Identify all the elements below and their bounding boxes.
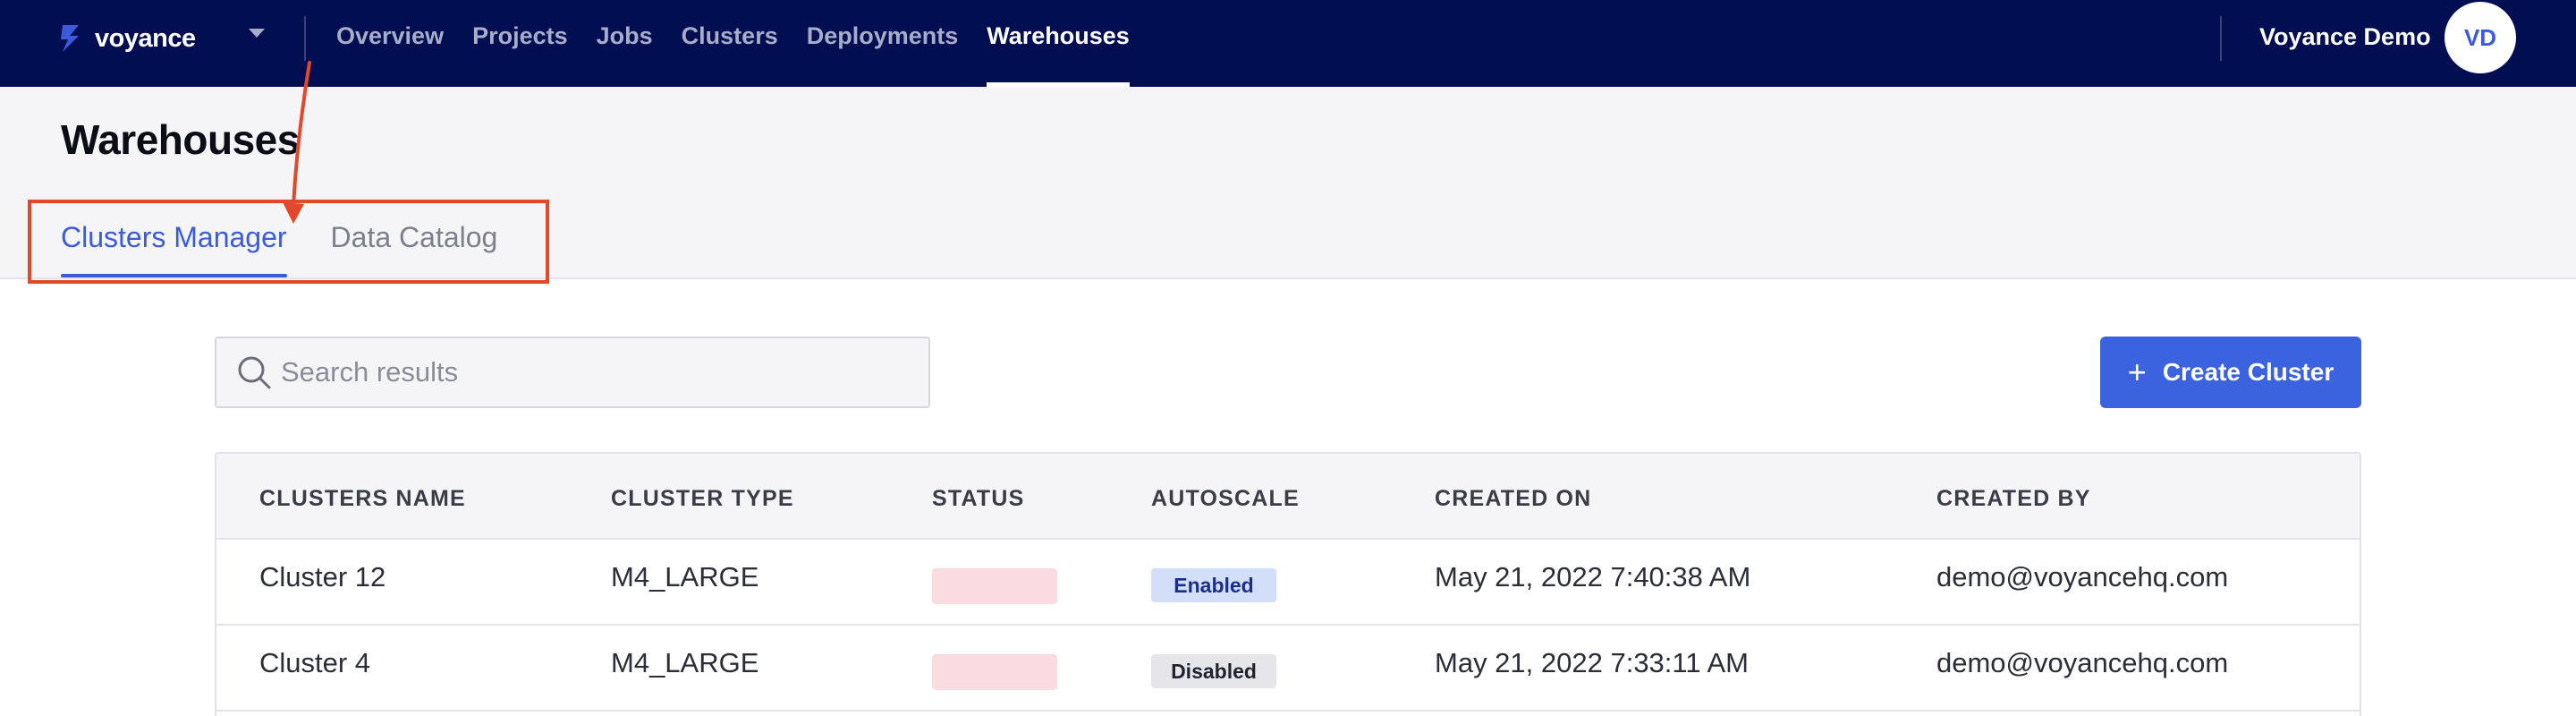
page-title: Warehouses [61,116,300,163]
nav-link-overview[interactable]: Overview [336,0,444,87]
create-cluster-button[interactable]: + Create Cluster [2100,337,2361,408]
top-nav: voyance Overview Projects Jobs Clusters … [0,0,2576,87]
nav-link-warehouses[interactable]: Warehouses [987,0,1130,87]
column-header-created-on[interactable]: CREATED ON [1435,486,1591,512]
search-box[interactable] [215,337,930,408]
created-on: May 21, 2022 7:40:38 AM [1435,561,1751,592]
nav-link-jobs[interactable]: Jobs [597,0,653,87]
table-row[interactable]: Cluster 4 M4_LARGE Disabled May 21, 2022… [216,626,2360,712]
avatar[interactable]: VD [2445,2,2516,73]
status-badge [932,654,1057,690]
column-header-status[interactable]: STATUS [932,486,1025,512]
created-by: demo@voyancehq.com [1936,647,2229,678]
voyance-logo-icon [61,25,79,52]
column-header-name[interactable]: CLUSTERS NAME [259,486,466,512]
chevron-down-icon[interactable] [247,27,267,39]
cluster-type: M4_LARGE [611,561,759,592]
column-header-type[interactable]: CLUSTER TYPE [611,486,794,512]
created-by: demo@voyancehq.com [1936,561,2229,592]
cluster-type: M4_LARGE [611,647,759,678]
plus-icon: + [2127,354,2147,390]
cluster-name[interactable]: Cluster 4 [259,647,370,679]
nav-link-clusters[interactable]: Clusters [682,0,778,87]
autoscale-badge: Enabled [1151,568,1276,602]
column-header-created-by[interactable]: CREATED BY [1936,486,2091,512]
cluster-name[interactable]: Cluster 12 [259,561,386,593]
user-divider [2220,16,2222,61]
nav-link-deployments[interactable]: Deployments [807,0,959,87]
created-on: May 21, 2022 7:33:11 AM [1435,647,1749,678]
search-icon [238,356,271,389]
column-header-autoscale[interactable]: AUTOSCALE [1151,486,1300,512]
search-input[interactable] [281,356,907,388]
annotation-arrow-icon [283,61,311,224]
table-row[interactable]: Cluster 12 M4_LARGE Enabled May 21, 2022… [216,540,2360,626]
brand-logo[interactable]: voyance [59,20,196,57]
create-cluster-label: Create Cluster [2162,358,2334,386]
user-name[interactable]: Voyance Demo [2259,23,2431,51]
table-header: CLUSTERS NAME CLUSTER TYPE STATUS AUTOSC… [216,454,2360,540]
autoscale-badge: Disabled [1151,654,1276,688]
clusters-table: CLUSTERS NAME CLUSTER TYPE STATUS AUTOSC… [215,452,2361,716]
nav-links: Overview Projects Jobs Clusters Deployme… [336,0,1158,87]
nav-link-projects[interactable]: Projects [472,0,568,87]
status-badge [932,568,1057,604]
brand-name: voyance [95,23,196,53]
